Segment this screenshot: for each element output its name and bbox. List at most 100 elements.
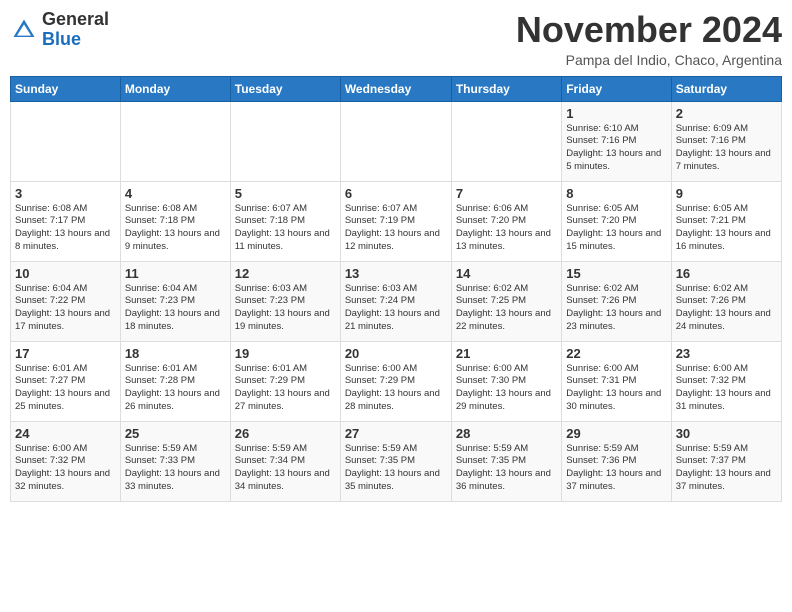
day-info: Sunrise: 6:07 AMSunset: 7:19 PMDaylight:…: [345, 203, 447, 254]
day-info: Sunrise: 6:10 AMSunset: 7:16 PMDaylight:…: [566, 123, 666, 174]
location: Pampa del Indio, Chaco, Argentina: [516, 52, 782, 68]
day-info: Sunrise: 5:59 AMSunset: 7:33 PMDaylight:…: [125, 443, 226, 494]
day-number: 4: [125, 186, 226, 201]
calendar-week-row: 1 Sunrise: 6:10 AMSunset: 7:16 PMDaylight…: [11, 101, 782, 181]
calendar-cell: 20Sunrise: 6:00 AMSunset: 7:29 PMDayligh…: [340, 341, 451, 421]
logo-blue: Blue: [42, 29, 81, 49]
calendar-cell: 24 Sunrise: 6:00 AMSunset: 7:32 PMDayligh…: [11, 421, 121, 501]
calendar-cell: 27 Sunrise: 5:59 AMSunset: 7:35 PMDayligh…: [340, 421, 451, 501]
day-number: 2: [676, 106, 777, 121]
calendar-week-row: 3Sunrise: 6:08 AMSunset: 7:17 PMDaylight…: [11, 181, 782, 261]
day-number: 16: [676, 266, 777, 281]
day-number: 17: [15, 346, 116, 361]
calendar-cell: 8Sunrise: 6:05 AMSunset: 7:20 PMDaylight…: [562, 181, 671, 261]
days-of-week-row: SundayMondayTuesdayWednesdayThursdayFrid…: [11, 76, 782, 101]
day-number: 11: [125, 266, 226, 281]
calendar-cell: [451, 101, 561, 181]
day-number: 23: [676, 346, 777, 361]
calendar-cell: 5 Sunrise: 6:07 AMSunset: 7:18 PMDaylight…: [230, 181, 340, 261]
day-number: 9: [676, 186, 777, 201]
calendar-cell: [340, 101, 451, 181]
calendar-cell: 2 Sunrise: 6:09 AMSunset: 7:16 PMDaylight…: [671, 101, 781, 181]
calendar-cell: 25 Sunrise: 5:59 AMSunset: 7:33 PMDayligh…: [120, 421, 230, 501]
day-info: Sunrise: 5:59 AMSunset: 7:37 PMDaylight:…: [676, 443, 777, 494]
day-info: Sunrise: 5:59 AMSunset: 7:34 PMDaylight:…: [235, 443, 336, 494]
day-of-week-header: Sunday: [11, 76, 121, 101]
page-header: General Blue November 2024 Pampa del Ind…: [10, 10, 782, 68]
day-number: 30: [676, 426, 777, 441]
calendar-cell: 23 Sunrise: 6:00 AMSunset: 7:32 PMDayligh…: [671, 341, 781, 421]
calendar-cell: 30 Sunrise: 5:59 AMSunset: 7:37 PMDayligh…: [671, 421, 781, 501]
day-info: Sunrise: 6:00 AMSunset: 7:32 PMDaylight:…: [15, 443, 116, 494]
day-of-week-header: Tuesday: [230, 76, 340, 101]
day-number: 25: [125, 426, 226, 441]
day-number: 5: [235, 186, 336, 201]
day-number: 24: [15, 426, 116, 441]
day-number: 18: [125, 346, 226, 361]
calendar-cell: 26 Sunrise: 5:59 AMSunset: 7:34 PMDayligh…: [230, 421, 340, 501]
day-number: 10: [15, 266, 116, 281]
calendar-cell: 6Sunrise: 6:07 AMSunset: 7:19 PMDaylight…: [340, 181, 451, 261]
calendar-cell: [230, 101, 340, 181]
calendar-cell: 14 Sunrise: 6:02 AMSunset: 7:25 PMDayligh…: [451, 261, 561, 341]
day-info: Sunrise: 6:07 AMSunset: 7:18 PMDaylight:…: [235, 203, 336, 254]
day-number: 15: [566, 266, 666, 281]
title-block: November 2024 Pampa del Indio, Chaco, Ar…: [516, 10, 782, 68]
calendar-cell: 4 Sunrise: 6:08 AMSunset: 7:18 PMDaylight…: [120, 181, 230, 261]
day-info: Sunrise: 6:00 AMSunset: 7:31 PMDaylight:…: [566, 363, 666, 414]
logo-icon: [10, 16, 38, 44]
day-of-week-header: Friday: [562, 76, 671, 101]
day-number: 19: [235, 346, 336, 361]
logo-general: General: [42, 9, 109, 29]
calendar-cell: 3Sunrise: 6:08 AMSunset: 7:17 PMDaylight…: [11, 181, 121, 261]
calendar-cell: 13Sunrise: 6:03 AMSunset: 7:24 PMDayligh…: [340, 261, 451, 341]
calendar-header: SundayMondayTuesdayWednesdayThursdayFrid…: [11, 76, 782, 101]
calendar-cell: 15 Sunrise: 6:02 AMSunset: 7:26 PMDayligh…: [562, 261, 671, 341]
day-info: Sunrise: 6:08 AMSunset: 7:17 PMDaylight:…: [15, 203, 116, 254]
calendar-week-row: 24 Sunrise: 6:00 AMSunset: 7:32 PMDayligh…: [11, 421, 782, 501]
day-info: Sunrise: 6:02 AMSunset: 7:25 PMDaylight:…: [456, 283, 557, 334]
calendar-cell: 21 Sunrise: 6:00 AMSunset: 7:30 PMDayligh…: [451, 341, 561, 421]
calendar-cell: 17Sunrise: 6:01 AMSunset: 7:27 PMDayligh…: [11, 341, 121, 421]
day-info: Sunrise: 5:59 AMSunset: 7:35 PMDaylight:…: [456, 443, 557, 494]
day-info: Sunrise: 6:00 AMSunset: 7:32 PMDaylight:…: [676, 363, 777, 414]
day-info: Sunrise: 6:00 AMSunset: 7:30 PMDaylight:…: [456, 363, 557, 414]
calendar-body: 1 Sunrise: 6:10 AMSunset: 7:16 PMDaylight…: [11, 101, 782, 501]
calendar-cell: 22Sunrise: 6:00 AMSunset: 7:31 PMDayligh…: [562, 341, 671, 421]
day-info: Sunrise: 6:02 AMSunset: 7:26 PMDaylight:…: [566, 283, 666, 334]
day-number: 20: [345, 346, 447, 361]
day-number: 1: [566, 106, 666, 121]
calendar-cell: 1 Sunrise: 6:10 AMSunset: 7:16 PMDaylight…: [562, 101, 671, 181]
calendar-cell: 18Sunrise: 6:01 AMSunset: 7:28 PMDayligh…: [120, 341, 230, 421]
calendar-cell: 7Sunrise: 6:06 AMSunset: 7:20 PMDaylight…: [451, 181, 561, 261]
day-number: 21: [456, 346, 557, 361]
day-number: 28: [456, 426, 557, 441]
day-info: Sunrise: 6:05 AMSunset: 7:20 PMDaylight:…: [566, 203, 666, 254]
day-info: Sunrise: 6:03 AMSunset: 7:23 PMDaylight:…: [235, 283, 336, 334]
day-of-week-header: Monday: [120, 76, 230, 101]
calendar-cell: [11, 101, 121, 181]
day-number: 26: [235, 426, 336, 441]
day-info: Sunrise: 5:59 AMSunset: 7:36 PMDaylight:…: [566, 443, 666, 494]
calendar-cell: 29 Sunrise: 5:59 AMSunset: 7:36 PMDayligh…: [562, 421, 671, 501]
day-info: Sunrise: 6:08 AMSunset: 7:18 PMDaylight:…: [125, 203, 226, 254]
calendar-cell: 10Sunrise: 6:04 AMSunset: 7:22 PMDayligh…: [11, 261, 121, 341]
day-number: 12: [235, 266, 336, 281]
calendar-cell: 28 Sunrise: 5:59 AMSunset: 7:35 PMDayligh…: [451, 421, 561, 501]
calendar-table: SundayMondayTuesdayWednesdayThursdayFrid…: [10, 76, 782, 502]
day-number: 29: [566, 426, 666, 441]
day-info: Sunrise: 6:01 AMSunset: 7:29 PMDaylight:…: [235, 363, 336, 414]
day-number: 13: [345, 266, 447, 281]
day-info: Sunrise: 5:59 AMSunset: 7:35 PMDaylight:…: [345, 443, 447, 494]
day-of-week-header: Wednesday: [340, 76, 451, 101]
month-title: November 2024: [516, 10, 782, 50]
logo: General Blue: [10, 10, 109, 50]
day-info: Sunrise: 6:04 AMSunset: 7:23 PMDaylight:…: [125, 283, 226, 334]
calendar-cell: 11 Sunrise: 6:04 AMSunset: 7:23 PMDayligh…: [120, 261, 230, 341]
calendar-cell: 19 Sunrise: 6:01 AMSunset: 7:29 PMDayligh…: [230, 341, 340, 421]
day-info: Sunrise: 6:09 AMSunset: 7:16 PMDaylight:…: [676, 123, 777, 174]
day-info: Sunrise: 6:06 AMSunset: 7:20 PMDaylight:…: [456, 203, 557, 254]
day-of-week-header: Saturday: [671, 76, 781, 101]
day-number: 14: [456, 266, 557, 281]
day-number: 27: [345, 426, 447, 441]
